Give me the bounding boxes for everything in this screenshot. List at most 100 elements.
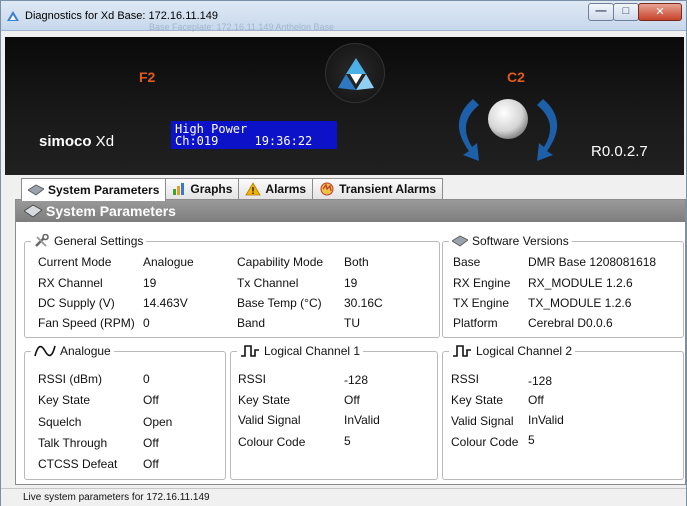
analogue-value: Off	[143, 457, 159, 471]
general-label: RX Channel	[38, 276, 103, 290]
lc1-value: Off	[344, 393, 360, 407]
close-icon: ✕	[655, 6, 665, 18]
general-value: 19	[143, 276, 157, 290]
general-label: Band	[237, 316, 266, 330]
brand-first: simoco	[39, 133, 92, 150]
general-value: Both	[344, 255, 369, 269]
sine-wave-icon	[34, 345, 56, 357]
simoco-logo	[325, 43, 385, 103]
system-params-header-icon	[24, 204, 42, 218]
logical-channel-1-group: Logical Channel 1	[230, 344, 438, 480]
firmware-version: R0.0.2.7	[591, 143, 648, 160]
maximize-icon: □	[622, 5, 630, 17]
graphs-icon	[173, 183, 185, 195]
digital-signal-icon	[241, 345, 259, 357]
lc2-label: Colour Code	[451, 435, 519, 449]
tab-label: Graphs	[190, 182, 233, 196]
general-value: 0	[143, 316, 150, 330]
lc2-label: Key State	[451, 393, 504, 407]
tools-icon	[35, 234, 49, 247]
general-value: 30.16C	[344, 296, 383, 310]
software-icon	[452, 235, 468, 247]
analogue-value: 0	[143, 372, 150, 386]
software-label: Base	[453, 255, 481, 269]
function-key-label[interactable]: F2	[139, 69, 155, 85]
title-bar[interactable]: Diagnostics for Xd Base: 172.16.11.149 B…	[1, 1, 686, 32]
maximize-button[interactable]: □	[613, 3, 639, 21]
lc1-label: Colour Code	[238, 435, 306, 449]
general-settings-title: General Settings	[54, 234, 144, 248]
software-versions-legend: Software Versions	[449, 234, 572, 248]
lc1-label: RSSI	[238, 372, 267, 386]
software-label: RX Engine	[453, 276, 511, 290]
general-value: 14.463V	[143, 296, 188, 310]
lcd-display: High Power Ch:019 19:36:22	[171, 121, 337, 149]
logo-icon	[338, 58, 374, 90]
lcd-time: 19:36:22	[254, 134, 313, 148]
general-label: Fan Speed (RPM)	[38, 316, 135, 330]
analogue-label: Squelch	[38, 415, 82, 429]
lc1-label: Valid Signal	[238, 413, 301, 427]
brand-second: Xd	[91, 133, 115, 150]
window-title: Diagnostics for Xd Base: 172.16.11.149	[25, 10, 219, 22]
rotary-knob[interactable]	[443, 81, 573, 175]
tab-label: Transient Alarms	[339, 182, 437, 196]
tab-strip: System Parameters Graphs Alarms Transien…	[21, 178, 444, 201]
general-label: Current Mode	[38, 255, 112, 269]
software-value: TX_MODULE 1.2.6	[528, 296, 632, 310]
tab-alarms[interactable]: Alarms	[238, 178, 314, 199]
general-label: Base Temp (°C)	[237, 296, 322, 310]
transient-alarms-icon	[320, 182, 334, 196]
brand-name: simoco Xd	[39, 133, 114, 150]
logical-channel-2-group: Logical Channel 2	[442, 344, 684, 480]
logical-channel-2-title: Logical Channel 2	[476, 344, 573, 358]
tab-system-parameters[interactable]: System Parameters	[21, 178, 167, 201]
tab-label: System Parameters	[48, 183, 160, 197]
tab-label: Alarms	[265, 182, 307, 196]
analogue-label: RSSI (dBm)	[38, 372, 103, 386]
device-faceplate: F2 C2 simoco Xd High Power Ch:019 19:36:…	[5, 37, 684, 175]
lc1-label: Key State	[238, 393, 291, 407]
status-bar: Live system parameters for 172.16.11.149	[1, 488, 686, 506]
tab-transient-alarms[interactable]: Transient Alarms	[312, 178, 444, 199]
knob-icon	[458, 99, 558, 161]
analogue-value: Off	[143, 436, 159, 450]
software-label: TX Engine	[453, 296, 510, 310]
analogue-label: CTCSS Defeat	[38, 457, 118, 471]
general-value: Analogue	[143, 255, 194, 269]
system-parameters-panel: System Parameters General Settings Curre…	[15, 199, 686, 485]
general-settings-legend: General Settings	[31, 234, 146, 248]
close-button[interactable]: ✕	[638, 3, 682, 21]
window-controls: — □ ✕	[588, 3, 682, 21]
digital-signal-icon	[453, 345, 471, 357]
analogue-label: Talk Through	[38, 436, 108, 450]
app-icon	[7, 11, 19, 21]
analogue-title: Analogue	[60, 344, 111, 358]
lc1-value: 5	[344, 434, 351, 448]
lc2-label: RSSI	[451, 372, 480, 386]
minimize-icon: —	[595, 5, 607, 17]
general-value: 19	[344, 276, 358, 290]
tab-graphs[interactable]: Graphs	[165, 178, 240, 199]
window-title-ghost: Base Faceplate: 172.16.11.149 Anthelon B…	[149, 22, 334, 32]
analogue-legend: Analogue	[31, 344, 114, 358]
alarm-warning-icon	[245, 182, 262, 196]
lc2-value: Off	[528, 393, 544, 407]
software-label: Platform	[453, 316, 498, 330]
general-label: DC Supply (V)	[38, 296, 115, 310]
lc2-value: InValid	[528, 413, 564, 427]
lc2-label: Valid Signal	[451, 414, 514, 428]
logical-channel-2-legend: Logical Channel 2	[449, 344, 575, 358]
general-label: Capability Mode	[237, 255, 324, 269]
general-value: TU	[344, 316, 360, 330]
minimize-button[interactable]: —	[588, 3, 614, 21]
lcd-channel: Ch:019	[175, 134, 219, 148]
lc2-value: 5	[528, 433, 535, 447]
panel-title: System Parameters	[46, 203, 176, 219]
status-text: Live system parameters for 172.16.11.149	[23, 492, 210, 503]
analogue-value: Open	[143, 415, 173, 429]
logical-channel-1-title: Logical Channel 1	[264, 344, 361, 358]
panel-header: System Parameters	[16, 200, 685, 222]
logical-channel-1-legend: Logical Channel 1	[237, 344, 363, 358]
lc2-value: -128	[528, 374, 553, 388]
